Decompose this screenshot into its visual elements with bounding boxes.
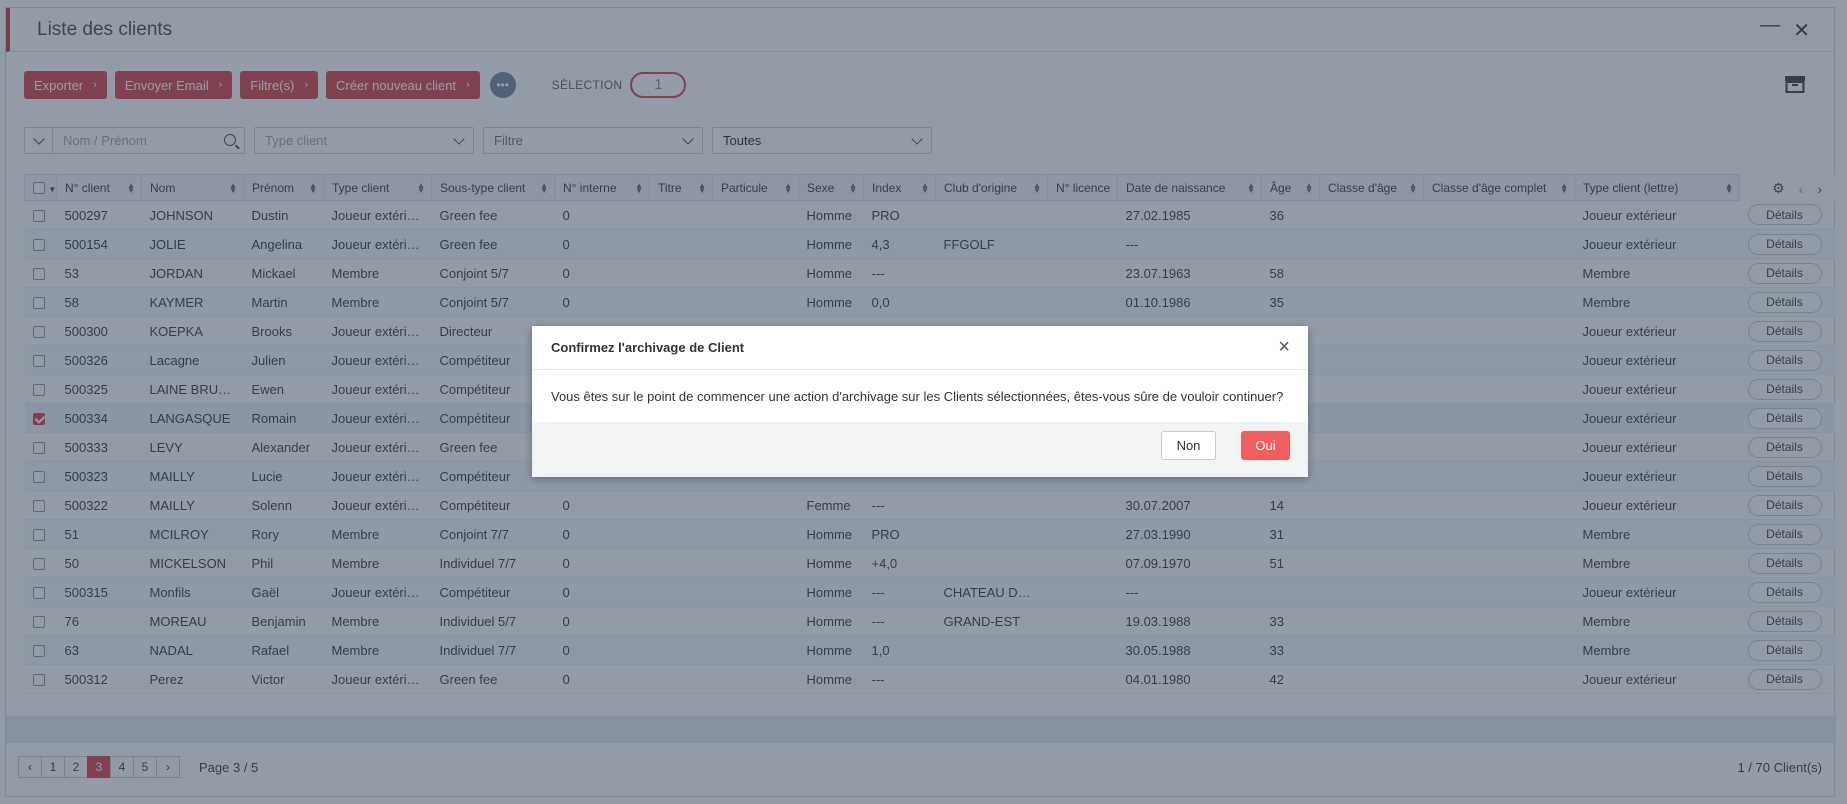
dialog-title: Confirmez l'archivage de Client [551, 340, 745, 355]
dialog-header: Confirmez l'archivage de Client × [532, 326, 1308, 370]
yes-button[interactable]: Oui [1241, 431, 1290, 460]
confirm-archive-dialog: Confirmez l'archivage de Client × Vous ê… [532, 326, 1308, 477]
close-icon[interactable]: × [1278, 336, 1290, 359]
dialog-footer: Non Oui [532, 422, 1308, 477]
no-button[interactable]: Non [1161, 431, 1216, 460]
dialog-message: Vous êtes sur le point de commencer une … [551, 388, 1284, 404]
